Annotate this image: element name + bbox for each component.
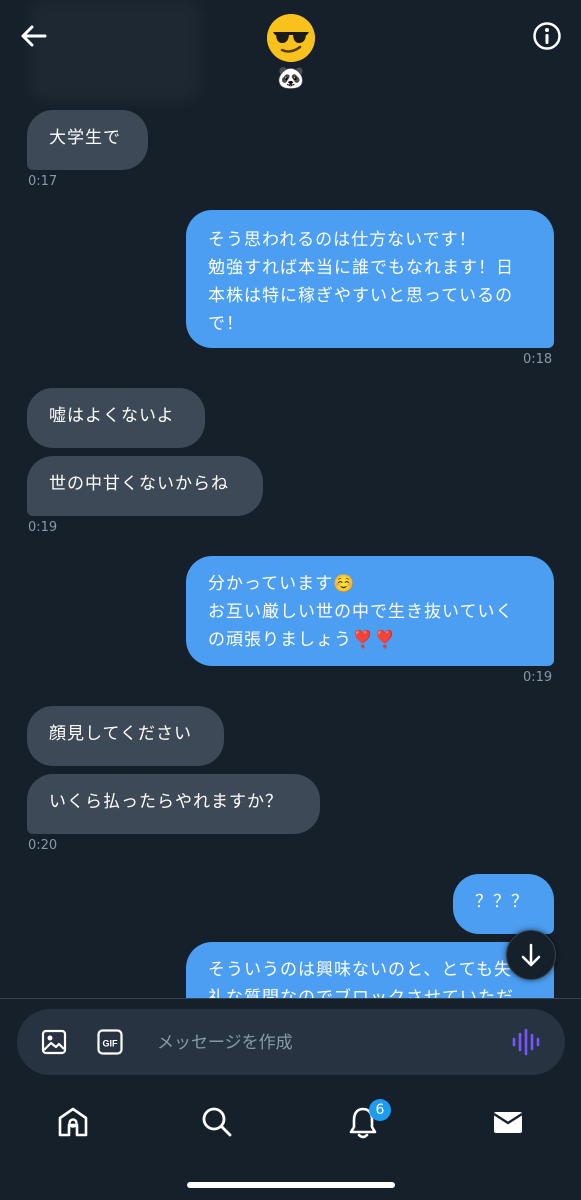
outgoing-message[interactable]: 分かっています☺️ お互い厳しい世の中で生き抜いていく の頑張りましょう❣️❣️ bbox=[186, 556, 554, 666]
outgoing-message[interactable]: そういうのは興味ないのと、とても失 礼な質問なのでブロックさせていただ bbox=[186, 942, 554, 998]
home-icon[interactable] bbox=[55, 1104, 91, 1140]
blurred-name-area bbox=[30, 0, 200, 100]
message-timestamp: 0:19 bbox=[523, 670, 553, 685]
message-composer: GIF bbox=[17, 1009, 565, 1075]
svg-text:GIF: GIF bbox=[103, 1039, 119, 1049]
contact-avatar[interactable] bbox=[267, 14, 315, 62]
outgoing-message[interactable]: そう思われるのは仕方ないです！ 勉強すれば本当に誰でもなれます！日 本株は特に稼… bbox=[186, 210, 554, 348]
message-timestamp: 0:17 bbox=[28, 174, 58, 189]
incoming-message[interactable]: 世の中甘くないからね bbox=[27, 456, 263, 516]
info-icon[interactable] bbox=[531, 20, 563, 52]
message-input[interactable] bbox=[155, 1025, 489, 1061]
message-timestamp: 0:19 bbox=[28, 520, 58, 535]
back-arrow-icon[interactable] bbox=[18, 20, 50, 52]
incoming-message[interactable]: 顔見してください bbox=[27, 706, 224, 766]
incoming-message[interactable]: 嘘はよくないよ bbox=[27, 388, 205, 448]
message-list[interactable]: 大学生で 0:17 そう思われるのは仕方ないです！ 勉強すれば本当に誰でもなれま… bbox=[0, 100, 581, 998]
panda-icon: 🐼 bbox=[277, 66, 305, 91]
voice-wave-icon[interactable] bbox=[511, 1028, 541, 1056]
arrow-down-icon bbox=[521, 943, 541, 967]
gif-icon[interactable]: GIF bbox=[97, 1029, 123, 1055]
outgoing-message[interactable]: ？？？ bbox=[453, 874, 554, 934]
message-timestamp: 0:20 bbox=[28, 838, 58, 853]
home-indicator[interactable] bbox=[187, 1182, 395, 1188]
notification-badge: 6 bbox=[369, 1099, 391, 1121]
mail-icon[interactable] bbox=[490, 1104, 526, 1140]
message-timestamp: 0:18 bbox=[523, 352, 553, 367]
conversation-header: 🐼 bbox=[0, 0, 581, 100]
bottom-tab-bar bbox=[0, 1090, 581, 1160]
scroll-to-bottom-button[interactable] bbox=[506, 930, 556, 980]
incoming-message[interactable]: 大学生で bbox=[27, 110, 148, 170]
composer-divider bbox=[0, 998, 581, 999]
image-icon[interactable] bbox=[41, 1029, 67, 1055]
sunglasses-face-icon bbox=[267, 14, 315, 62]
incoming-message[interactable]: いくら払ったらやれますか？ bbox=[27, 774, 320, 834]
search-icon[interactable] bbox=[199, 1104, 235, 1140]
